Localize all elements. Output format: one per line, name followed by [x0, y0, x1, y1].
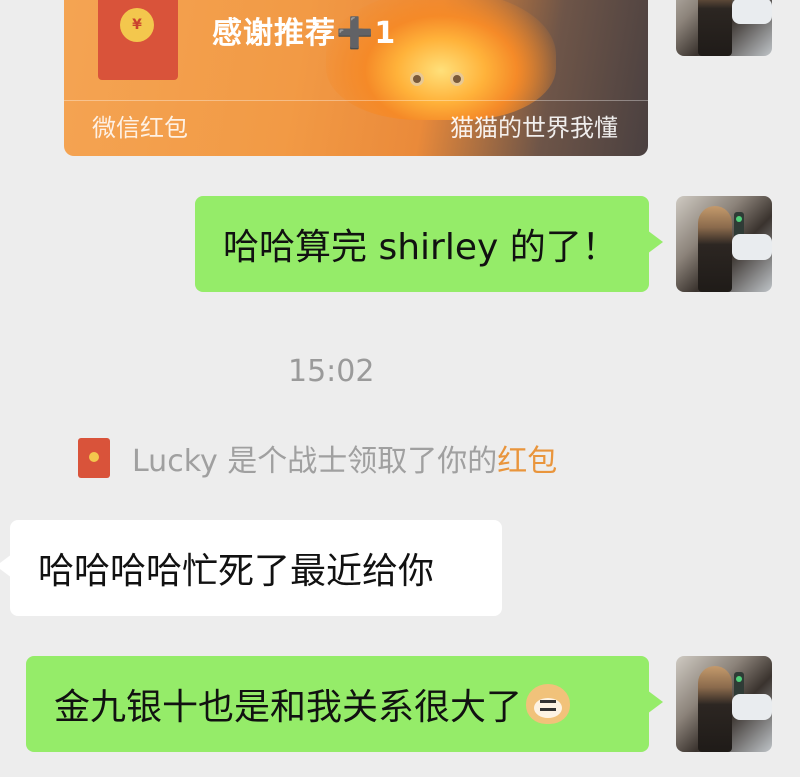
- avatar-background-car: [732, 0, 772, 24]
- avatar-background-car: [732, 234, 772, 260]
- sent-message-bubble[interactable]: 哈哈算完 shirley 的了！: [195, 196, 663, 292]
- sent-message-bubble[interactable]: 金九银十也是和我关系很大了: [26, 656, 663, 752]
- system-notice-text: Lucky 是个战士领取了你的: [132, 444, 498, 479]
- red-packet-card[interactable]: ¥ 感谢推荐➕1 微信红包 猫猫的世界我懂: [64, 0, 648, 156]
- avatar[interactable]: [676, 196, 772, 292]
- system-notice: Lucky 是个战士领取了你的 红包: [78, 436, 557, 480]
- message-text: 哈哈算完 shirley 的了！: [223, 227, 618, 268]
- avatar[interactable]: [676, 656, 772, 752]
- message-timestamp: 15:02: [288, 354, 375, 389]
- doge-emoji-icon: [526, 684, 571, 724]
- red-packet-divider: [64, 100, 648, 101]
- flame-eye-right: [450, 72, 464, 86]
- red-packet-icon: [78, 438, 110, 478]
- red-envelope-icon: ¥: [98, 0, 178, 80]
- red-packet-title: 感谢推荐➕1: [212, 16, 397, 51]
- avatar-figure: [698, 0, 732, 56]
- avatar[interactable]: [676, 0, 772, 56]
- avatar-figure: [698, 206, 732, 292]
- message-text: 金九银十也是和我关系很大了: [54, 687, 523, 728]
- coin-icon: ¥: [120, 8, 154, 42]
- avatar-figure: [698, 666, 732, 752]
- flame-eye-left: [410, 72, 424, 86]
- red-packet-sender-note: 猫猫的世界我懂: [450, 114, 618, 142]
- red-packet-label: 微信红包: [92, 114, 188, 142]
- received-message-bubble[interactable]: 哈哈哈哈忙死了最近给你: [0, 520, 502, 616]
- red-packet-link[interactable]: 红包: [497, 436, 557, 480]
- avatar-background-car: [732, 694, 772, 720]
- message-text: 哈哈哈哈忙死了最近给你: [38, 551, 435, 592]
